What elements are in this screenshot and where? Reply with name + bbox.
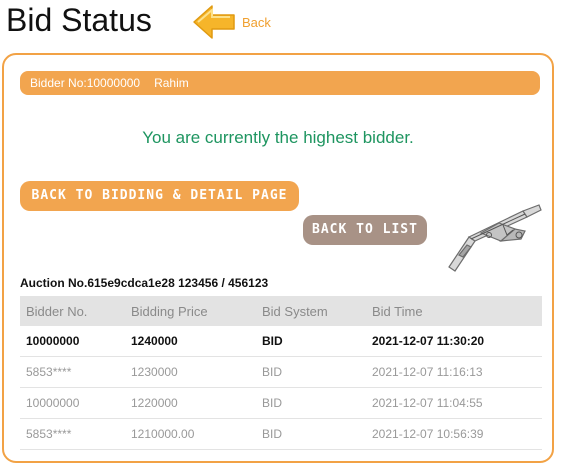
table-row: 5853**** 1230000 BID 2021-12-07 11:16:13 [20,356,542,388]
bid-history-table: Bidder No. Bidding Price Bid System Bid … [20,296,542,450]
status-message: You are currently the highest bidder. [142,128,414,147]
table-cell: 2021-12-07 11:16:13 [366,356,542,388]
table-cell: BID [256,387,366,419]
table-cell: 1240000 [125,326,256,357]
table-cell: BID [256,326,366,357]
table-row: 5853**** 1210000.00 BID 2021-12-07 10:56… [20,418,542,450]
table-row: 10000000 1240000 BID 2021-12-07 11:30:20 [20,326,542,357]
auction-info: Auction No.615e9cdca1e28 123456 / 456123 [20,276,269,290]
back-link[interactable]: Back [242,15,271,30]
table-cell: 2021-12-07 11:04:55 [366,387,542,419]
column-header: Bidder No. [20,296,125,326]
table-cell: BID [256,418,366,450]
bidder-number: Bidder No:10000000 [30,76,141,90]
table-cell: 10000000 [20,326,125,357]
bidder-info-bar: Bidder No:10000000 Rahim [20,71,540,95]
table-cell: 1230000 [125,356,256,388]
table-row: 10000000 1220000 BID 2021-12-07 11:04:55 [20,387,542,419]
table-header-row: Bidder No. Bidding Price Bid System Bid … [20,296,542,326]
bid-status-panel: Bidder No:10000000 Rahim You are currentl… [2,53,554,463]
back-arrow-icon[interactable] [190,2,238,42]
table-cell: BID [256,356,366,388]
table-cell: 2021-12-07 11:30:20 [366,326,542,357]
bidder-name: Rahim [154,76,189,90]
page-title: Bid Status [6,2,152,38]
back-to-bidding-detail-button[interactable]: BACK TO BIDDING & DETAIL PAGE [20,181,299,211]
table-cell: 2021-12-07 10:56:39 [366,418,542,450]
column-header: Bid Time [366,296,542,326]
table-cell: 10000000 [20,387,125,419]
table-cell: 5853**** [20,418,125,450]
table-cell: 5853**** [20,356,125,388]
product-image [448,204,542,272]
table-cell: 1220000 [125,387,256,419]
table-cell: 1210000.00 [125,418,256,450]
column-header: Bid System [256,296,366,326]
column-header: Bidding Price [125,296,256,326]
back-to-list-button[interactable]: BACK TO LIST [303,215,427,245]
